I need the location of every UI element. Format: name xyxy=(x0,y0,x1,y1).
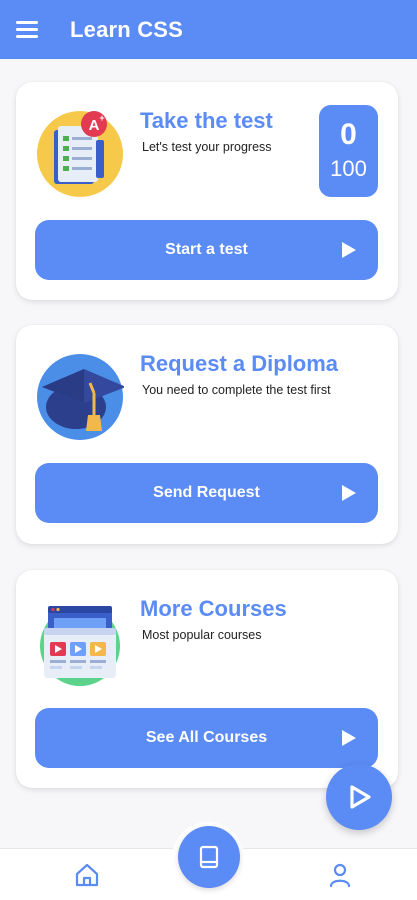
play-icon xyxy=(350,785,371,809)
menu-icon[interactable] xyxy=(16,17,42,43)
see-all-courses-button[interactable]: See All Courses xyxy=(35,708,378,768)
app-title: Learn CSS xyxy=(70,16,184,42)
courses-card-description: Most popular courses xyxy=(142,628,262,642)
svg-text:+: + xyxy=(99,113,104,123)
start-test-button[interactable]: Start a test xyxy=(35,220,378,280)
courses-browser-icon xyxy=(36,598,124,686)
nav-lessons-button[interactable] xyxy=(178,826,240,888)
start-test-label: Start a test xyxy=(165,241,248,258)
send-request-label: Send Request xyxy=(153,484,260,501)
play-icon xyxy=(342,730,356,746)
score-total: 100 xyxy=(330,156,367,181)
courses-card-title: More Courses xyxy=(140,596,287,621)
home-icon xyxy=(75,863,99,887)
profile-icon xyxy=(329,863,351,888)
test-card: A + Take the test Let's test your progre… xyxy=(16,82,398,300)
play-icon xyxy=(342,242,356,258)
diploma-card: Request a Diploma You need to complete t… xyxy=(16,325,398,544)
graduation-cap-icon xyxy=(36,353,126,441)
fab-play-button[interactable] xyxy=(326,764,392,830)
test-card-description: Let's test your progress xyxy=(142,140,272,154)
app-bar: Learn CSS xyxy=(0,0,417,59)
test-document-icon: A + xyxy=(36,110,124,198)
see-all-courses-label: See All Courses xyxy=(145,729,268,746)
send-request-button[interactable]: Send Request xyxy=(35,463,378,523)
play-icon xyxy=(342,485,356,501)
book-icon xyxy=(199,845,219,869)
diploma-card-description: You need to complete the test first xyxy=(142,383,331,397)
svg-text:A: A xyxy=(89,117,100,134)
diploma-card-title: Request a Diploma xyxy=(140,351,339,376)
courses-card: More Courses Most popular courses See Al… xyxy=(16,570,398,788)
test-card-title: Take the test xyxy=(140,108,273,133)
score-value: 0 xyxy=(340,118,357,151)
score-badge: 0 100 xyxy=(319,105,378,197)
nav-profile[interactable] xyxy=(327,862,353,888)
nav-home[interactable] xyxy=(74,862,100,888)
